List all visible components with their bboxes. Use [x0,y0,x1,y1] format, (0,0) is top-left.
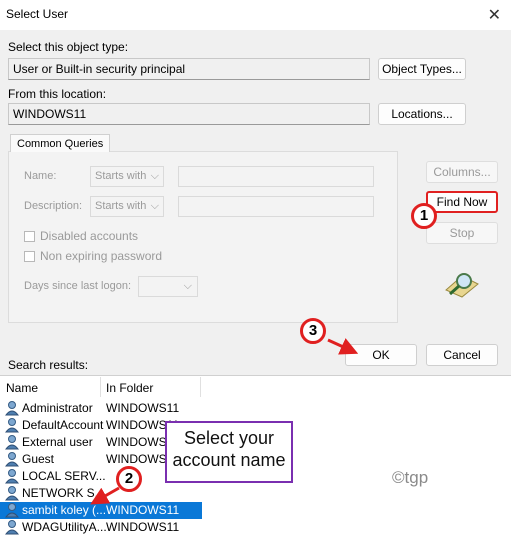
days-since-logon-select[interactable]: ⌵ [138,276,198,297]
columns-button[interactable]: Columns... [426,161,498,183]
user-icon [4,486,20,501]
row-name: DefaultAccount [22,418,104,432]
disabled-accounts-label: Disabled accounts [40,229,139,243]
close-icon[interactable]: ✕ [488,5,501,25]
user-icon [4,435,20,450]
user-icon [4,520,20,535]
chevron-down-icon: ⌵ [183,280,192,292]
column-header-name[interactable]: Name [6,381,38,395]
row-name: Guest [22,452,55,466]
chevron-down-icon: ⌵ [150,200,159,212]
ok-button[interactable]: OK [345,344,417,366]
row-name: LOCAL SERV... [22,469,106,483]
find-now-button[interactable]: Find Now [426,191,498,213]
user-icon [4,418,20,433]
user-icon [4,452,20,467]
table-row[interactable]: WDAGUtilityA... WINDOWS11 [0,519,511,536]
watermark: ©tgp [392,468,429,487]
days-since-logon-label: Days since last logon: [24,280,131,292]
window-title: Select User [6,7,69,21]
chevron-down-icon: ⌵ [150,170,159,182]
object-type-field: User or Built-in security principal [8,58,370,80]
title-bar [0,0,511,30]
row-name: External user [22,435,93,449]
user-icon [4,401,20,416]
disabled-accounts-checkbox[interactable] [24,231,35,242]
description-input[interactable] [178,196,374,217]
search-icon [445,273,479,298]
row-name: sambit koley (... [22,503,107,517]
step-marker-1: 1 [411,203,437,229]
description-label: Description: [24,200,83,212]
search-results-label: Search results: [8,358,89,372]
name-input[interactable] [178,166,374,187]
object-types-button[interactable]: Object Types... [378,58,466,80]
row-name: Administrator [22,401,93,415]
cancel-button[interactable]: Cancel [426,344,498,366]
location-field: WINDOWS11 [8,103,370,125]
column-divider [100,377,101,397]
stop-button[interactable]: Stop [426,222,498,244]
row-folder: WINDOWS11 [106,520,180,534]
table-row[interactable]: Administrator WINDOWS11 [0,400,511,417]
locations-button[interactable]: Locations... [378,103,466,125]
column-header-folder[interactable]: In Folder [106,381,153,395]
object-type-label: Select this object type: [8,40,129,54]
tab-common-queries[interactable]: Common Queries [10,134,111,152]
row-folder: WINDOWS11 [106,503,180,517]
row-name: WDAGUtilityA... [22,520,107,534]
step-marker-3: 3 [300,318,326,344]
table-row[interactable]: NETWORK S... [0,485,511,502]
row-folder: WINDOWS1 [106,435,174,449]
description-mode-select[interactable]: Starts with ⌵ [90,196,164,217]
nonexpiring-password-label: Non expiring password [40,249,163,263]
row-folder: WINDOWS11 [106,401,180,415]
description-mode-value: Starts with [95,200,147,212]
instruction-callout: Select your account name [165,421,293,483]
column-divider [200,377,201,397]
row-name: NETWORK S... [22,486,105,500]
name-mode-value: Starts with [95,170,147,182]
location-label: From this location: [8,87,107,101]
row-folder: WINDOWS1 [106,452,174,466]
step-marker-2: 2 [116,466,142,492]
table-row[interactable]: sambit koley (... WINDOWS11 [0,502,202,519]
user-icon [4,469,20,484]
name-label: Name: [24,170,57,182]
user-icon [4,503,20,518]
name-mode-select[interactable]: Starts with ⌵ [90,166,164,187]
nonexpiring-password-checkbox[interactable] [24,251,35,262]
